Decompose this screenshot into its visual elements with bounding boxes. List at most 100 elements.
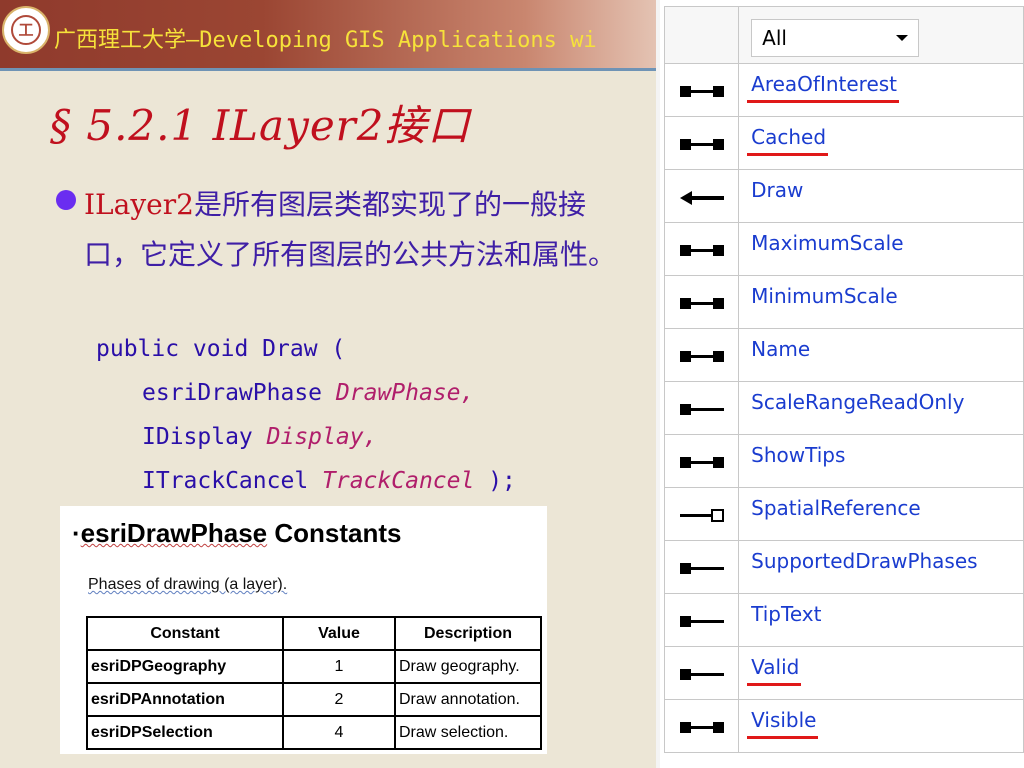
red-annotation-underline — [747, 736, 819, 739]
member-link[interactable]: SpatialReference — [751, 496, 921, 520]
red-annotation-underline — [747, 153, 829, 156]
red-annotation-underline — [747, 683, 802, 686]
member-row: TipText — [663, 593, 1024, 647]
member-link[interactable]: ShowTips — [751, 443, 845, 467]
member-link[interactable]: MinimumScale — [751, 284, 898, 308]
member-link[interactable]: ScaleRangeReadOnly — [751, 390, 964, 414]
member-icon-cell — [663, 646, 740, 700]
description-cell: Draw selection. — [394, 715, 542, 750]
code-line-1: public void Draw ( — [96, 336, 346, 362]
doc-title-bullet: · — [72, 518, 81, 548]
filter-cell: All — [738, 6, 1024, 64]
member-icon-cell — [663, 275, 740, 329]
bullet-text: ILayer2是所有图层类都实现了的一般接口，它定义了所有图层的公共方法和属性。 — [84, 180, 624, 280]
member-name-cell: Draw — [738, 169, 1024, 223]
member-row: Valid — [663, 646, 1024, 700]
slide-title: § 5.2.1 ILayer2接口 — [50, 101, 471, 150]
code-line-4: ITrackCancel TrackCancel ); — [142, 468, 516, 494]
code-param: Display, — [266, 424, 378, 450]
member-name-cell: SupportedDrawPhases — [738, 540, 1024, 594]
member-icon-cell — [663, 63, 740, 117]
slide-header: 工 广西理工大学—Developing GIS Applications wi — [0, 0, 656, 68]
read-write-property-icon — [678, 137, 726, 151]
member-icon-cell — [663, 487, 740, 541]
member-row: AreaOfInterest — [663, 63, 1024, 117]
member-name-cell: Valid — [738, 646, 1024, 700]
code-type: esriDrawPhase — [142, 380, 336, 406]
read-write-property-icon — [678, 296, 726, 310]
column-header: Value — [282, 616, 396, 651]
code-end: ); — [474, 468, 516, 494]
member-icon-cell — [663, 434, 740, 488]
read-write-property-icon — [678, 243, 726, 257]
member-icon-cell — [663, 169, 740, 223]
member-link[interactable]: TipText — [751, 602, 821, 626]
member-link[interactable]: SupportedDrawPhases — [751, 549, 977, 573]
read-only-property-icon — [678, 402, 726, 416]
constants-table: Constant Value Description esriDPGeograp… — [86, 616, 542, 750]
member-row: MinimumScale — [663, 275, 1024, 329]
read-only-property-icon — [678, 561, 726, 575]
table-row: esriDPSelection 4 Draw selection. — [86, 715, 542, 750]
chevron-down-icon — [896, 35, 909, 41]
university-logo: 工 — [2, 6, 50, 54]
member-name-cell: Visible — [738, 699, 1024, 753]
member-row: Draw — [663, 169, 1024, 223]
member-name-cell: ScaleRangeReadOnly — [738, 381, 1024, 435]
member-icon-cell — [663, 540, 740, 594]
doc-title-enum: esriDrawPhase — [80, 518, 268, 548]
bullet-highlight: ILayer2 — [84, 188, 194, 221]
read-write-property-icon — [678, 720, 726, 734]
read-write-property-icon — [678, 349, 726, 363]
member-link[interactable]: Name — [751, 337, 810, 361]
member-row: Visible — [663, 699, 1024, 753]
member-icon-cell — [663, 116, 740, 170]
bullet-icon — [56, 190, 76, 210]
filter-value: All — [762, 26, 787, 50]
member-row: ScaleRangeReadOnly — [663, 381, 1024, 435]
member-name-cell: AreaOfInterest — [738, 63, 1024, 117]
code-type: IDisplay — [142, 424, 267, 450]
description-cell: Draw annotation. — [394, 682, 542, 717]
red-annotation-underline — [747, 100, 900, 103]
read-write-property-icon — [678, 84, 726, 98]
member-row: SpatialReference — [663, 487, 1024, 541]
member-name-cell: SpatialReference — [738, 487, 1024, 541]
member-row: Cached — [663, 116, 1024, 170]
member-row: Name — [663, 328, 1024, 382]
member-link[interactable]: AreaOfInterest — [751, 72, 897, 96]
member-link[interactable]: Draw — [751, 178, 803, 202]
member-icon-cell — [663, 699, 740, 753]
member-icon-cell — [663, 381, 740, 435]
logo-emblem: 工 — [11, 15, 41, 45]
read-only-property-icon — [678, 614, 726, 628]
member-link[interactable]: Cached — [751, 125, 826, 149]
members-header-row: All — [663, 6, 1024, 64]
member-link[interactable]: Valid — [751, 655, 799, 679]
table-header-row: Constant Value Description — [86, 616, 542, 651]
member-filter-select[interactable]: All — [751, 19, 920, 57]
member-name-cell: ShowTips — [738, 434, 1024, 488]
member-link[interactable]: Visible — [751, 708, 816, 732]
doc-subtitle: Phases of drawing (a layer). — [88, 576, 288, 593]
member-name-cell: Name — [738, 328, 1024, 382]
member-row: SupportedDrawPhases — [663, 540, 1024, 594]
members-panel: All AreaOfInterest Cached Draw MaximumScale… — [656, 0, 1024, 768]
member-icon-cell — [663, 328, 740, 382]
member-link[interactable]: MaximumScale — [751, 231, 903, 255]
members-table: All AreaOfInterest Cached Draw MaximumScale… — [663, 6, 1024, 753]
header-divider — [0, 68, 656, 71]
member-name-cell: MinimumScale — [738, 275, 1024, 329]
read-only-property-icon — [678, 667, 726, 681]
write-only-property-icon — [678, 508, 726, 522]
member-name-cell: TipText — [738, 593, 1024, 647]
description-cell: Draw geography. — [394, 649, 542, 684]
method-icon — [678, 190, 726, 205]
read-write-property-icon — [678, 455, 726, 469]
constant-cell: esriDPSelection — [86, 715, 284, 750]
doc-title-suffix: Constants — [274, 518, 402, 548]
constants-doc-snippet: ·esriDrawPhase Constants Phases of drawi… — [60, 506, 547, 754]
table-row: esriDPGeography 1 Draw geography. — [86, 649, 542, 684]
constant-cell: esriDPGeography — [86, 649, 284, 684]
column-header: Description — [394, 616, 542, 651]
